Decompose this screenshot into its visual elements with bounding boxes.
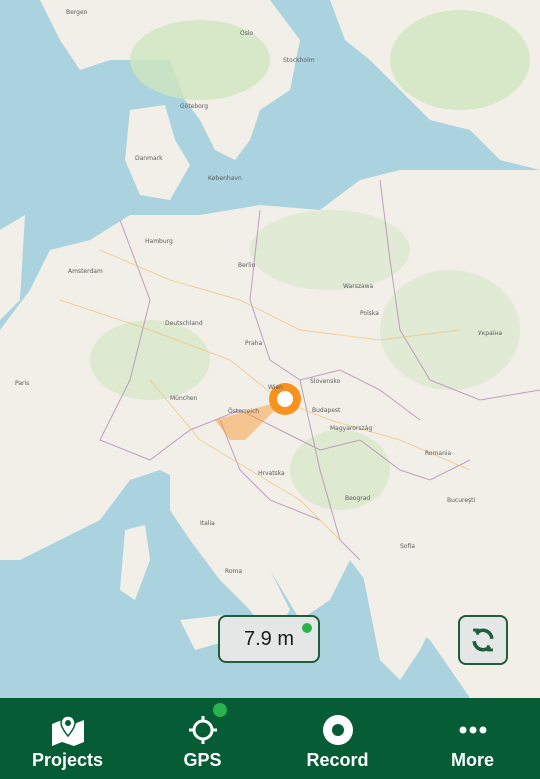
nav-projects[interactable]: Projects (0, 698, 135, 779)
map-label: Amsterdam (68, 268, 103, 275)
map-label: Beograd (345, 495, 371, 502)
map-label: Stockholm (283, 57, 315, 64)
nav-more-label: More (450, 750, 494, 770)
nav-projects-label: Projects (31, 750, 104, 770)
refresh-button[interactable] (458, 615, 508, 665)
map-label: Oslo (240, 30, 254, 37)
map-label: Österreich (228, 408, 260, 415)
nav-gps-label: GPS (183, 750, 222, 770)
record-icon (320, 714, 356, 746)
gps-status-dot (302, 623, 312, 633)
map-label: Hamburg (145, 238, 173, 245)
map-label: Romania (425, 450, 452, 457)
more-icon (455, 714, 491, 746)
map-label: Polska (360, 310, 379, 317)
gps-active-dot (213, 703, 227, 717)
map-label: Deutschland (165, 320, 203, 327)
map-label: Danmark (135, 155, 163, 162)
refresh-icon (472, 628, 494, 652)
map-label: Berlin (238, 262, 256, 269)
map-label: Wien (268, 384, 283, 391)
map-label: Slovensko (310, 378, 341, 385)
map-label: München (170, 395, 198, 402)
map-label: Magyarország (330, 425, 373, 432)
bottom-nav-bar: Projects GPS Record More (0, 698, 540, 779)
nav-gps[interactable]: GPS (135, 698, 270, 779)
nav-record-label: Record (306, 750, 369, 770)
map-label: Hrvatska (258, 470, 285, 477)
map-label: Paris (15, 380, 30, 387)
gps-accuracy-value: 7.9 m (243, 627, 295, 650)
map-label: Roma (225, 568, 243, 575)
map-label: Praha (245, 340, 263, 347)
map-label: Sofia (400, 543, 415, 550)
map-label: København (208, 175, 242, 182)
map-canvas (0, 0, 540, 698)
map-view[interactable]: Bergen Oslo Stockholm Göteborg Danmark K… (0, 0, 540, 698)
map-label: Italia (200, 520, 215, 527)
nav-more[interactable]: More (405, 698, 540, 779)
crosshair-icon (185, 714, 221, 746)
map-label: Göteborg (180, 103, 209, 110)
map-pin-icon (50, 714, 86, 746)
nav-record[interactable]: Record (270, 698, 405, 779)
map-label: Bucureşti (447, 497, 476, 504)
gps-accuracy-indicator[interactable]: 7.9 m (218, 615, 320, 663)
map-label: Budapest (312, 407, 341, 414)
map-label: Україна (478, 330, 503, 337)
map-label: Warszawa (343, 283, 374, 290)
map-label: Bergen (66, 9, 88, 16)
